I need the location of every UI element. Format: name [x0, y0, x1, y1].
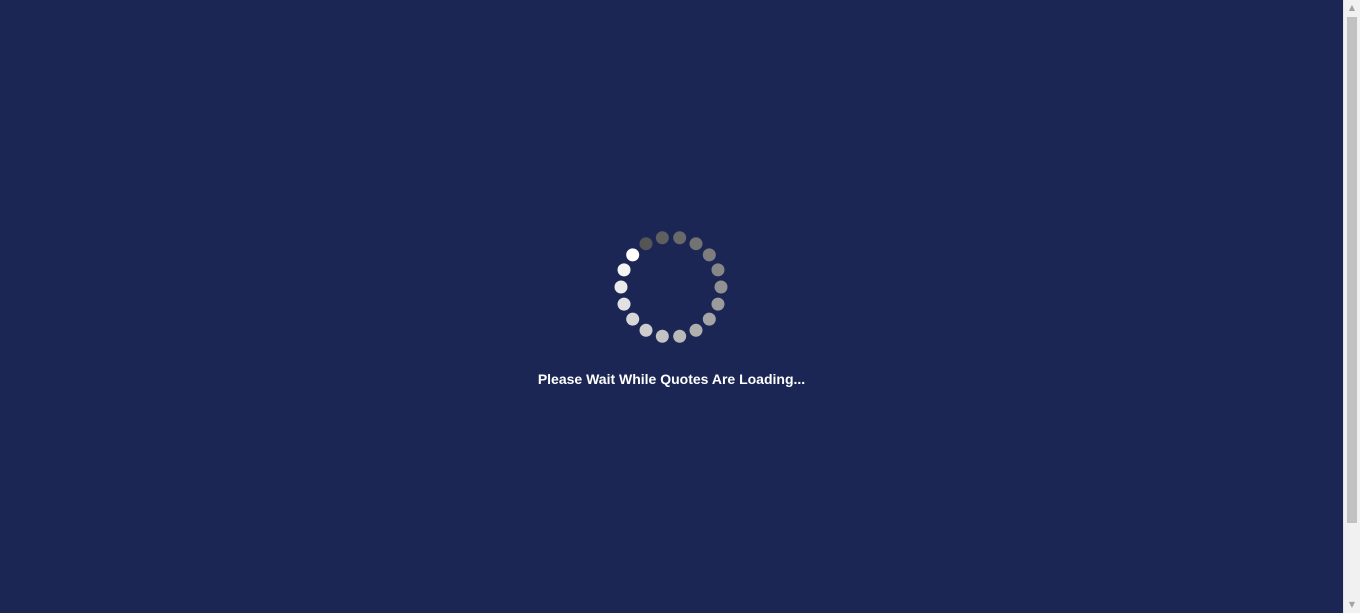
spinner-dot	[639, 323, 653, 337]
main-content: Please Wait While Quotes Are Loading...	[0, 0, 1343, 613]
spinner-dot	[714, 280, 728, 294]
loading-message: Please Wait While Quotes Are Loading...	[537, 371, 806, 387]
spinner-dot	[617, 297, 631, 311]
spinner-dot	[626, 248, 640, 262]
spinner-dot	[689, 323, 703, 337]
spinner-icon	[614, 231, 728, 343]
loading-page: Please Wait While Quotes Are Loading... …	[0, 0, 1360, 613]
scroll-up-arrow-icon[interactable]: ▲	[1344, 0, 1360, 16]
scrollbar-thumb[interactable]	[1347, 17, 1357, 523]
spinner-dot	[673, 329, 687, 343]
spinner-dot	[702, 312, 716, 326]
vertical-scrollbar[interactable]: ▲ ▼	[1343, 0, 1360, 613]
spinner-dot	[673, 231, 687, 245]
loading-spinner	[611, 227, 731, 347]
spinner-dot	[689, 237, 703, 251]
spinner-dot	[655, 231, 669, 245]
spinner-dot	[702, 248, 716, 262]
spinner-dot	[655, 329, 669, 343]
spinner-dot	[711, 263, 725, 277]
spinner-dot	[617, 263, 631, 277]
spinner-dot	[614, 280, 628, 294]
scroll-down-arrow-icon[interactable]: ▼	[1344, 597, 1360, 613]
spinner-dot	[639, 237, 653, 251]
spinner-dot	[711, 297, 725, 311]
spinner-dot	[626, 312, 640, 326]
